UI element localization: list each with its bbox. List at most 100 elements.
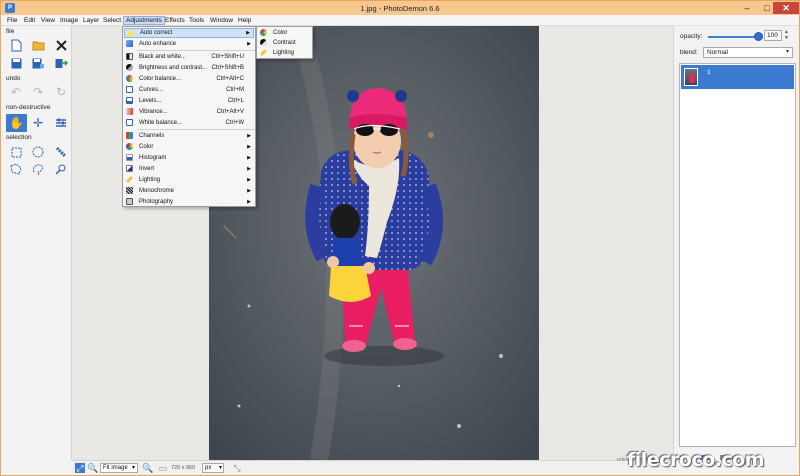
menu-separator	[137, 50, 255, 51]
image-canvas[interactable]	[209, 26, 539, 460]
zoom-select[interactable]: Fit image ▾	[100, 463, 138, 473]
undo-icon[interactable]: ↶	[7, 84, 25, 100]
opacity-slider-knob[interactable]	[754, 32, 763, 41]
levels-icon	[126, 97, 133, 104]
menu-select[interactable]: Select	[101, 16, 123, 25]
layers-list[interactable]: 1	[679, 63, 796, 447]
menu-tools[interactable]: Tools	[187, 16, 206, 25]
cursor-position-icon: ⤡	[233, 463, 241, 473]
chevron-down-icon: ▾	[785, 49, 789, 55]
menu-item-curves[interactable]: Curves... Ctrl+M	[124, 85, 254, 95]
file-section-label: file	[6, 28, 15, 35]
menu-edit[interactable]: Edit	[22, 16, 37, 25]
save-icon[interactable]	[7, 55, 25, 71]
menu-window[interactable]: Window	[208, 16, 235, 25]
layers-panel: opacity: 100 ▲ ▼ blend: Normal ▾ 1	[673, 26, 799, 460]
lasso-select-icon[interactable]	[29, 161, 47, 177]
menu-item-lighting[interactable]: Lighting ▶	[124, 175, 254, 185]
menu-item-black-and-white[interactable]: Black and white... Ctrl+Shift+U	[124, 52, 254, 62]
submenu-item-lighting[interactable]: Lighting	[258, 48, 311, 58]
vibrance-icon	[126, 108, 133, 115]
sliders-icon[interactable]	[52, 115, 70, 131]
close-window-button[interactable]: ✕	[773, 2, 799, 14]
open-folder-icon[interactable]	[29, 37, 47, 53]
menu-view[interactable]: View	[39, 16, 57, 25]
fit-icon[interactable]: ⤢	[75, 463, 85, 473]
opacity-input[interactable]: 100	[764, 30, 782, 41]
menu-item-histogram[interactable]: Histogram ▶	[124, 153, 254, 163]
chevron-right-icon: ▶	[247, 199, 251, 205]
redo-icon[interactable]: ↷	[29, 84, 47, 100]
menu-item-color-balance[interactable]: Color balance... Ctrl+Alt+C	[124, 74, 254, 84]
adjustments-menu: Auto correct ▶ Auto enhance ▶ Black and …	[122, 26, 256, 207]
menu-item-white-balance[interactable]: White balance... Ctrl+W	[124, 118, 254, 128]
menu-item-photography[interactable]: Photography ▶	[124, 197, 254, 207]
app-window: P 1.jpg - PhotoDemon 6.6 – □ ✕ File Edit…	[0, 0, 800, 476]
chevron-right-icon: ▶	[247, 144, 251, 150]
menu-item-auto-correct[interactable]: Auto correct ▶	[124, 28, 254, 38]
chevron-right-icon: ▶	[247, 166, 251, 172]
window-title: 1.jpg - PhotoDemon 6.6	[360, 4, 440, 13]
color-wheel-icon	[260, 29, 267, 36]
chevron-right-icon: ▶	[247, 177, 251, 183]
minimize-button[interactable]: –	[736, 2, 758, 14]
blend-mode-select[interactable]: Normal ▾	[703, 47, 793, 58]
ellipse-select-icon[interactable]	[29, 144, 47, 160]
status-bar: ⤢ 🔍 Fit image ▾ 🔍 ▭ 720 x 960 px ▾ ⤡	[72, 460, 673, 475]
white-balance-icon	[126, 119, 133, 126]
watermark-text: filecroco.com	[627, 449, 765, 471]
polygon-select-icon[interactable]	[7, 161, 25, 177]
opacity-label: opacity:	[680, 33, 703, 40]
submenu-item-color[interactable]: Color	[258, 28, 311, 38]
magic-wand-icon[interactable]	[52, 161, 70, 177]
monochrome-icon	[126, 187, 133, 194]
title-bar: P 1.jpg - PhotoDemon 6.6 – □ ✕	[1, 1, 799, 15]
menu-item-channels[interactable]: Channels ▶	[124, 131, 254, 141]
rectangle-select-icon[interactable]	[7, 144, 25, 160]
menu-item-vibrance[interactable]: Vibrance... Ctrl+Alt+V	[124, 107, 254, 117]
unit-select[interactable]: px ▾	[202, 463, 224, 473]
histogram-icon	[126, 154, 133, 161]
menu-item-color[interactable]: Color ▶	[124, 142, 254, 152]
nondestructive-section-label: non-destructive	[6, 104, 51, 111]
chevron-down-icon: ▾	[218, 465, 222, 471]
chevron-right-icon: ▶	[247, 41, 251, 47]
hand-icon[interactable]: ✋	[6, 114, 27, 132]
menu-layer[interactable]: Layer	[81, 16, 101, 25]
menu-separator	[137, 129, 255, 130]
menu-file[interactable]: File	[5, 16, 19, 25]
lighting-icon	[125, 175, 134, 184]
opacity-slider[interactable]	[708, 36, 760, 38]
menu-item-levels[interactable]: Levels... Ctrl+L	[124, 96, 254, 106]
menu-item-invert[interactable]: Invert ▶	[124, 164, 254, 174]
new-file-icon[interactable]	[7, 37, 25, 53]
lighting-icon	[259, 48, 268, 57]
close-icon[interactable]	[52, 37, 70, 53]
channels-icon	[126, 132, 133, 139]
chevron-right-icon: ▶	[246, 30, 250, 36]
bulb-icon	[127, 30, 134, 37]
menu-effects[interactable]: Effects	[163, 16, 187, 25]
menu-item-brightness-contrast[interactable]: Brightness and contrast... Ctrl+Shift+B	[124, 63, 254, 73]
menu-bar: File Edit View Image Layer Select Adjust…	[1, 15, 799, 26]
opacity-spinner[interactable]: ▲ ▼	[784, 29, 789, 41]
export-icon[interactable]	[52, 55, 70, 71]
zoom-in-icon[interactable]: 🔍	[142, 463, 153, 473]
chevron-right-icon: ▶	[247, 188, 251, 194]
menu-help[interactable]: Help	[236, 16, 253, 25]
history-icon[interactable]: ↻	[52, 84, 70, 100]
menu-image[interactable]: Image	[58, 16, 80, 25]
menu-item-auto-enhance[interactable]: Auto enhance ▶	[124, 39, 254, 49]
layer-item[interactable]: 1	[681, 65, 794, 89]
zoom-out-icon[interactable]: 🔍	[87, 463, 98, 473]
menu-adjustments[interactable]: Adjustments	[123, 16, 165, 25]
line-select-icon[interactable]	[52, 144, 70, 160]
submenu-item-contrast[interactable]: Contrast	[258, 38, 311, 48]
unit-value: px	[205, 465, 212, 471]
brightness-icon	[126, 64, 133, 71]
move-icon[interactable]: ✛	[29, 115, 47, 131]
menu-item-monochrome[interactable]: Monochrome ▶	[124, 186, 254, 196]
bw-icon	[126, 53, 133, 60]
save-as-icon[interactable]	[29, 55, 47, 71]
zoom-value: Fit image	[103, 465, 128, 471]
